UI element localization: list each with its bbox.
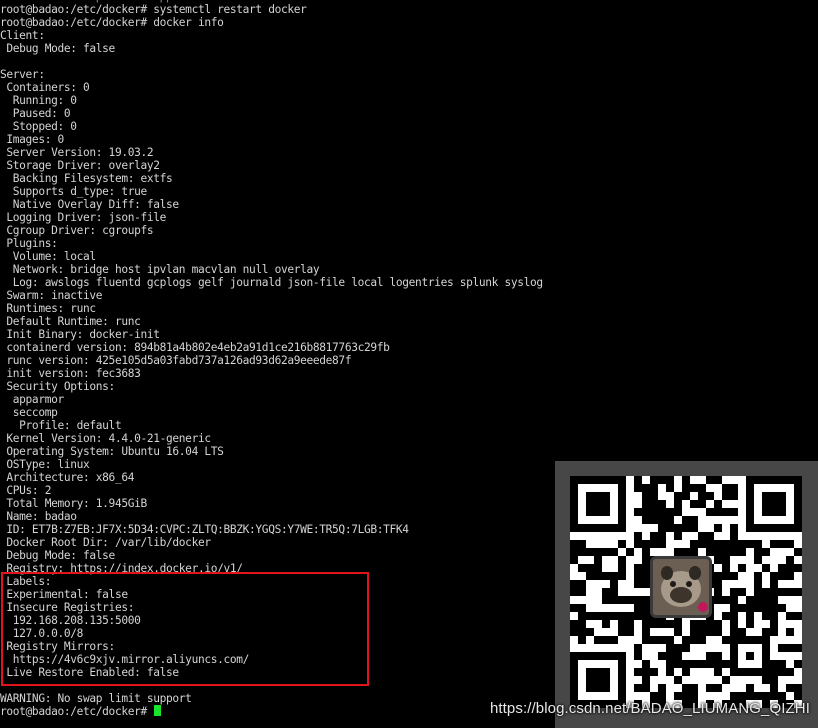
avatar-icon (650, 556, 712, 618)
terminal-line: Server: (0, 68, 45, 81)
registry-highlight-box (1, 572, 369, 686)
terminal-line: Supports d_type: true (0, 185, 147, 198)
terminal-line: apparmor (0, 393, 64, 406)
terminal-line: Runtimes: runc (0, 302, 96, 315)
terminal-line: Logging Driver: json-file (0, 211, 167, 224)
terminal-line: containerd version: 894b81a4b802e4eb2a91… (0, 341, 390, 354)
terminal-line: Plugins: (0, 237, 58, 250)
terminal-line: Native Overlay Diff: false (0, 198, 179, 211)
terminal-line: Cgroup Driver: cgroupfs (0, 224, 154, 237)
qr-code-panel (555, 461, 818, 728)
terminal-line: Running: 0 (0, 94, 77, 107)
terminal-line: root@badao:/etc/docker# docker info (0, 16, 224, 29)
terminal-line: Backing Filesystem: extfs (0, 172, 173, 185)
terminal-line: Security Options: (0, 380, 115, 393)
terminal-line: Containers: 0 (0, 81, 90, 94)
terminal-line: Profile: default (0, 419, 122, 432)
terminal-line: Init Binary: docker-init (0, 328, 160, 341)
terminal-line: Paused: 0 (0, 107, 71, 120)
terminal-line: Client: (0, 29, 45, 42)
watermark-url: https://blog.csdn.net/BADAO_LIUMANG_QIZH… (489, 700, 810, 717)
terminal-line: Operating System: Ubuntu 16.04 LTS (0, 445, 224, 458)
terminal-line: Kernel Version: 4.4.0-21-generic (0, 432, 211, 445)
terminal-line: root@badao:/etc/docker# systemctl restar… (0, 3, 307, 16)
terminal-line: runc version: 425e105d5a03fabd737a126ad9… (0, 354, 352, 367)
terminal-line: Network: bridge host ipvlan macvlan null… (0, 263, 320, 276)
terminal-line: Log: awslogs fluentd gcplogs gelf journa… (0, 276, 543, 289)
terminal-line: Stopped: 0 (0, 120, 77, 133)
terminal-line: Default Runtime: runc (0, 315, 141, 328)
terminal-line: Storage Driver: overlay2 (0, 159, 160, 172)
terminal-line: Server Version: 19.03.2 (0, 146, 154, 159)
terminal-line: Images: 0 (0, 133, 64, 146)
terminal-cursor (154, 705, 162, 716)
terminal-line: seccomp (0, 406, 58, 419)
terminal-line: Volume: local (0, 250, 96, 263)
terminal-line: Swarm: inactive (0, 289, 103, 302)
terminal-line: init version: fec3683 (0, 367, 141, 380)
terminal-line: Debug Mode: false (0, 42, 115, 55)
